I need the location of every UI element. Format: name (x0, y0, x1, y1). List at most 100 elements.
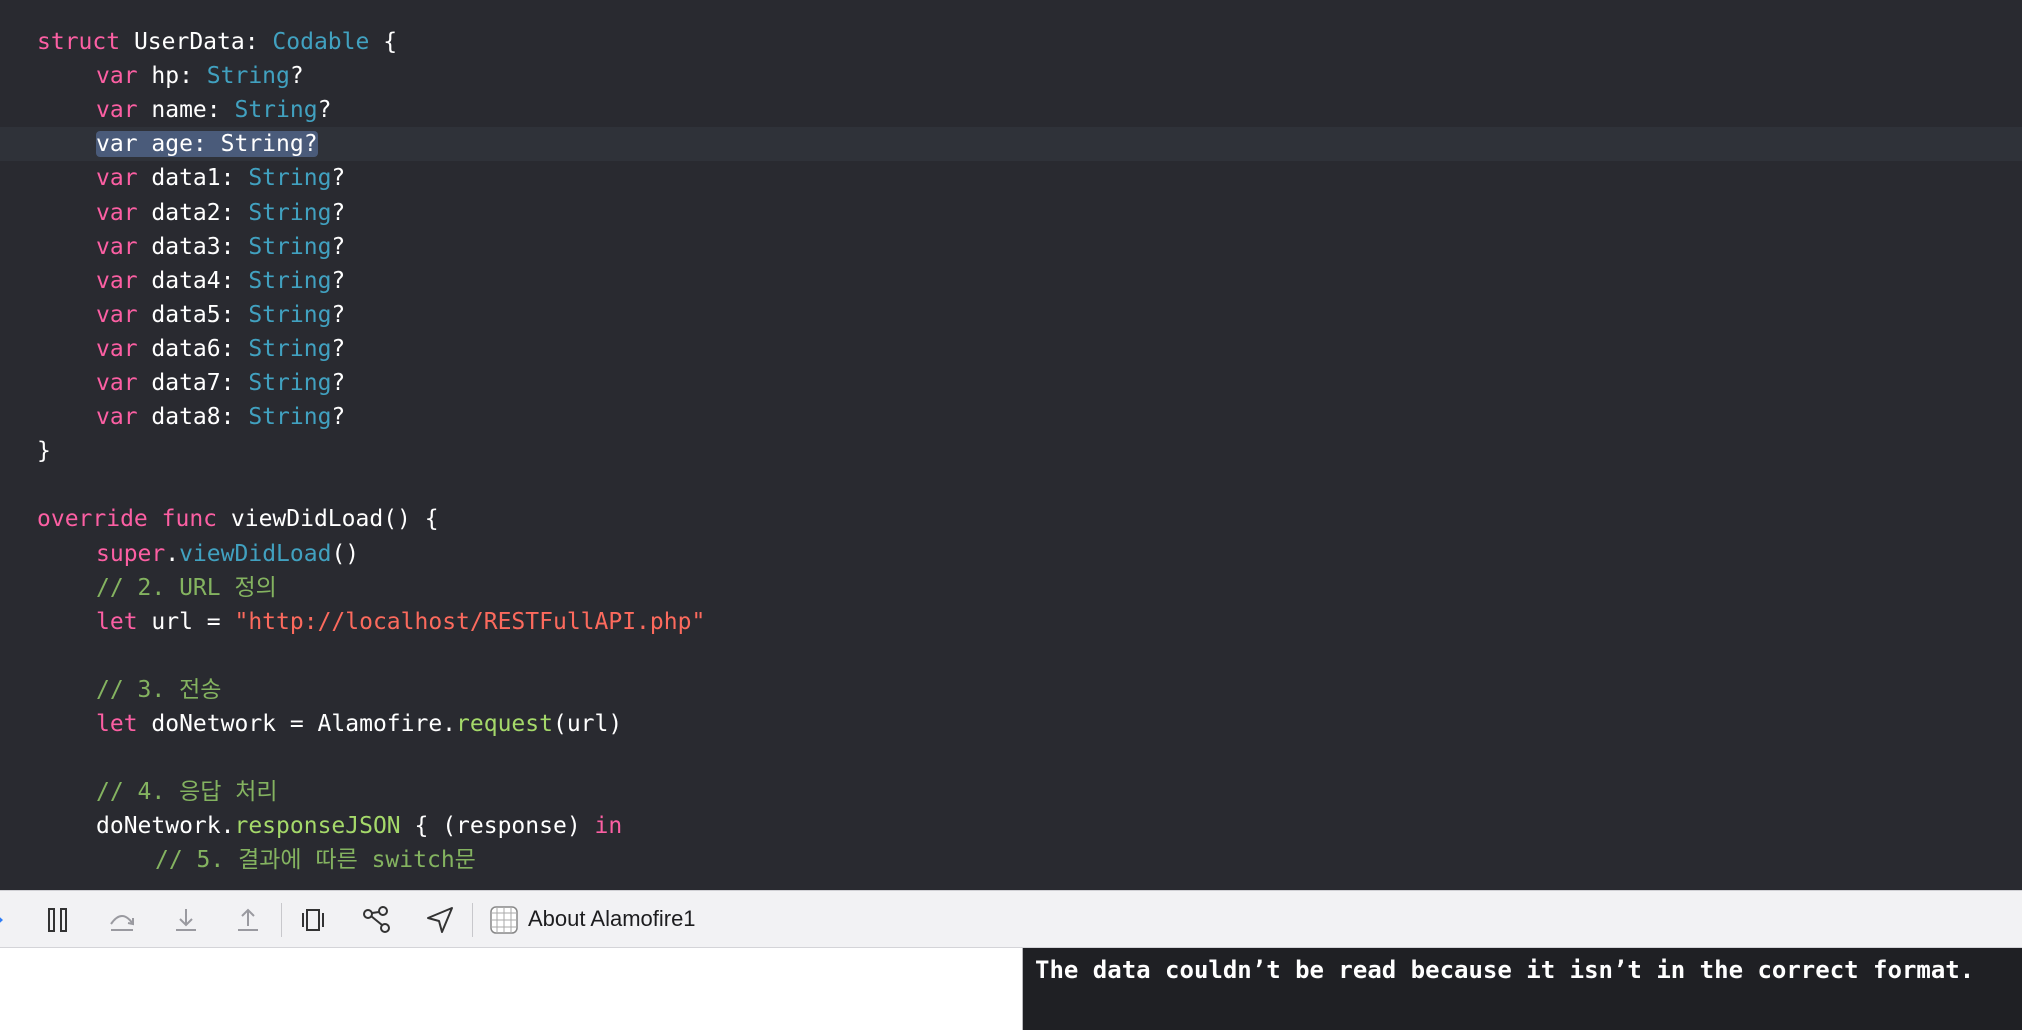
code-token-comment-g: // 2. URL 정의 (96, 574, 277, 601)
code-line[interactable]: doNetwork.responseJSON { (response) in (0, 809, 2022, 843)
code-line[interactable]: var data4: String? (0, 264, 2022, 298)
code-line[interactable]: var name: String? (0, 93, 2022, 127)
location-icon[interactable] (420, 901, 460, 939)
code-line[interactable]: struct UserData: Codable { (0, 25, 2022, 59)
code-line[interactable]: let doNetwork = Alamofire.request(url) (0, 707, 2022, 741)
code-line-text: // 4. 응답 처리 (96, 775, 278, 809)
console-message: The data couldn’t be read because it isn… (1035, 956, 1975, 984)
code-line[interactable] (0, 741, 2022, 775)
code-token-plain: data2: (151, 199, 249, 226)
app-icon[interactable] (484, 901, 524, 939)
code-token-plain: ? (331, 404, 346, 431)
code-token-type2: String (248, 199, 332, 226)
code-line[interactable] (0, 468, 2022, 502)
code-line[interactable]: var data8: String? (0, 400, 2022, 434)
code-line-text: // 5. 결과에 따른 switch문 (155, 843, 476, 877)
code-line-text: override func viewDidLoad() { (37, 502, 439, 536)
memory-graph-icon[interactable] (357, 901, 397, 939)
code-token-plain: ? (331, 233, 346, 260)
code-line[interactable]: let url = "http://localhost/RESTFullAPI.… (0, 605, 2022, 639)
code-token-keyword: let (96, 711, 152, 737)
code-line-text: struct UserData: Codable { (37, 25, 397, 59)
code-token-method: request (456, 711, 553, 737)
code-line[interactable]: var hp: String? (0, 59, 2022, 93)
step-into-icon[interactable] (166, 901, 206, 939)
code-token-keyword: var (96, 199, 152, 226)
step-out-icon[interactable] (228, 901, 268, 939)
code-line[interactable]: override func viewDidLoad() { (0, 502, 2022, 536)
toolbar-divider (472, 903, 473, 937)
code-token-plain: ? (331, 335, 346, 362)
code-line[interactable]: // 5. 결과에 따른 switch문 (0, 843, 2022, 877)
code-token-comment-g: // 4. 응답 처리 (96, 779, 278, 806)
code-token-type2: String (206, 63, 290, 90)
code-token-type2: Codable (272, 29, 370, 55)
code-token-plain: { (response) (400, 813, 595, 840)
code-token-plain: . (165, 540, 180, 567)
code-line[interactable] (0, 639, 2022, 673)
toolbar-divider (281, 903, 282, 937)
code-token-plain: data1: (151, 165, 249, 192)
code-line[interactable]: var data1: String? (0, 161, 2022, 195)
step-over-icon[interactable] (102, 901, 142, 939)
code-line[interactable]: var data6: String? (0, 332, 2022, 366)
code-token-plain: UserData: (133, 29, 273, 55)
code-line[interactable]: var data2: String? (0, 196, 2022, 230)
code-editor[interactable]: struct UserData: Codable {var hp: String… (0, 0, 2022, 890)
code-token-plain: data8: (151, 404, 249, 431)
code-line-text: } (37, 434, 51, 468)
code-token-keyword: let (96, 608, 152, 635)
code-token-plain: data6: (151, 335, 249, 362)
code-line[interactable]: var data5: String? (0, 298, 2022, 332)
code-token-keyword: var (96, 233, 152, 260)
code-line-text: var data6: String? (96, 332, 345, 366)
code-token-plain: () (331, 540, 360, 567)
code-line[interactable]: var data3: String? (0, 230, 2022, 264)
code-line[interactable]: // 3. 전송 (0, 673, 2022, 707)
code-line[interactable]: var data7: String? (0, 366, 2022, 400)
code-line[interactable]: } (0, 434, 2022, 468)
code-line-text: var age: String? (96, 127, 318, 161)
code-token-plain: url = (151, 608, 235, 635)
code-token-plain: doNetwork = Alamofire. (151, 711, 457, 737)
code-line-text: let url = "http://localhost/RESTFullAPI.… (96, 605, 705, 639)
code-line[interactable]: var age: String? (0, 127, 2022, 162)
code-token-plain: ? (331, 165, 346, 192)
code-line-text: var data2: String? (96, 196, 345, 230)
code-token-plain: data5: (151, 301, 249, 328)
code-token-plain: ? (331, 370, 346, 396)
code-token-type2: String (234, 97, 318, 124)
code-token-type2: String (248, 267, 332, 294)
code-token-keyword: func (161, 506, 231, 533)
code-line[interactable]: // 2. URL 정의 (0, 571, 2022, 605)
code-line[interactable]: // 4. 응답 처리 (0, 775, 2022, 809)
continue-indicator-icon[interactable] (0, 901, 10, 939)
code-token-keyword: var (96, 63, 152, 90)
code-token-comment-g: // 5. 결과에 따른 switch문 (155, 847, 476, 874)
code-token-plain: ? (289, 63, 304, 90)
pause-icon[interactable] (38, 901, 78, 939)
code-line-text: var data3: String? (96, 230, 345, 264)
code-line-text: super.viewDidLoad() (96, 537, 359, 571)
code-token-keyword: var (96, 301, 152, 328)
code-token-plain: ? (331, 301, 346, 328)
debug-toolbar: About Alamofire1 (0, 890, 2022, 948)
code-line-text: var hp: String? (96, 59, 304, 93)
code-token-type2: String (248, 165, 332, 192)
code-token-keyword: super (96, 540, 166, 567)
code-token-string: "http://localhost/RESTFullAPI.php" (234, 608, 706, 635)
code-token-keyword: in (594, 813, 623, 840)
code-line-text: var data8: String? (96, 400, 345, 434)
code-token-plain: data7: (151, 370, 249, 396)
code-token-plain: name: (151, 97, 235, 124)
code-token-plain: data3: (151, 233, 249, 260)
view-hierarchy-icon[interactable] (293, 901, 333, 939)
code-line-text: var data1: String? (96, 161, 345, 195)
code-line-text: doNetwork.responseJSON { (response) in (96, 809, 622, 843)
console-output[interactable]: The data couldn’t be read because it isn… (1022, 948, 2022, 1030)
code-token-type2: String (248, 404, 332, 431)
code-token-keyword: var (96, 267, 152, 294)
code-token-method: responseJSON (234, 813, 401, 840)
variables-view[interactable] (0, 948, 1022, 1030)
code-line[interactable]: super.viewDidLoad() (0, 537, 2022, 571)
